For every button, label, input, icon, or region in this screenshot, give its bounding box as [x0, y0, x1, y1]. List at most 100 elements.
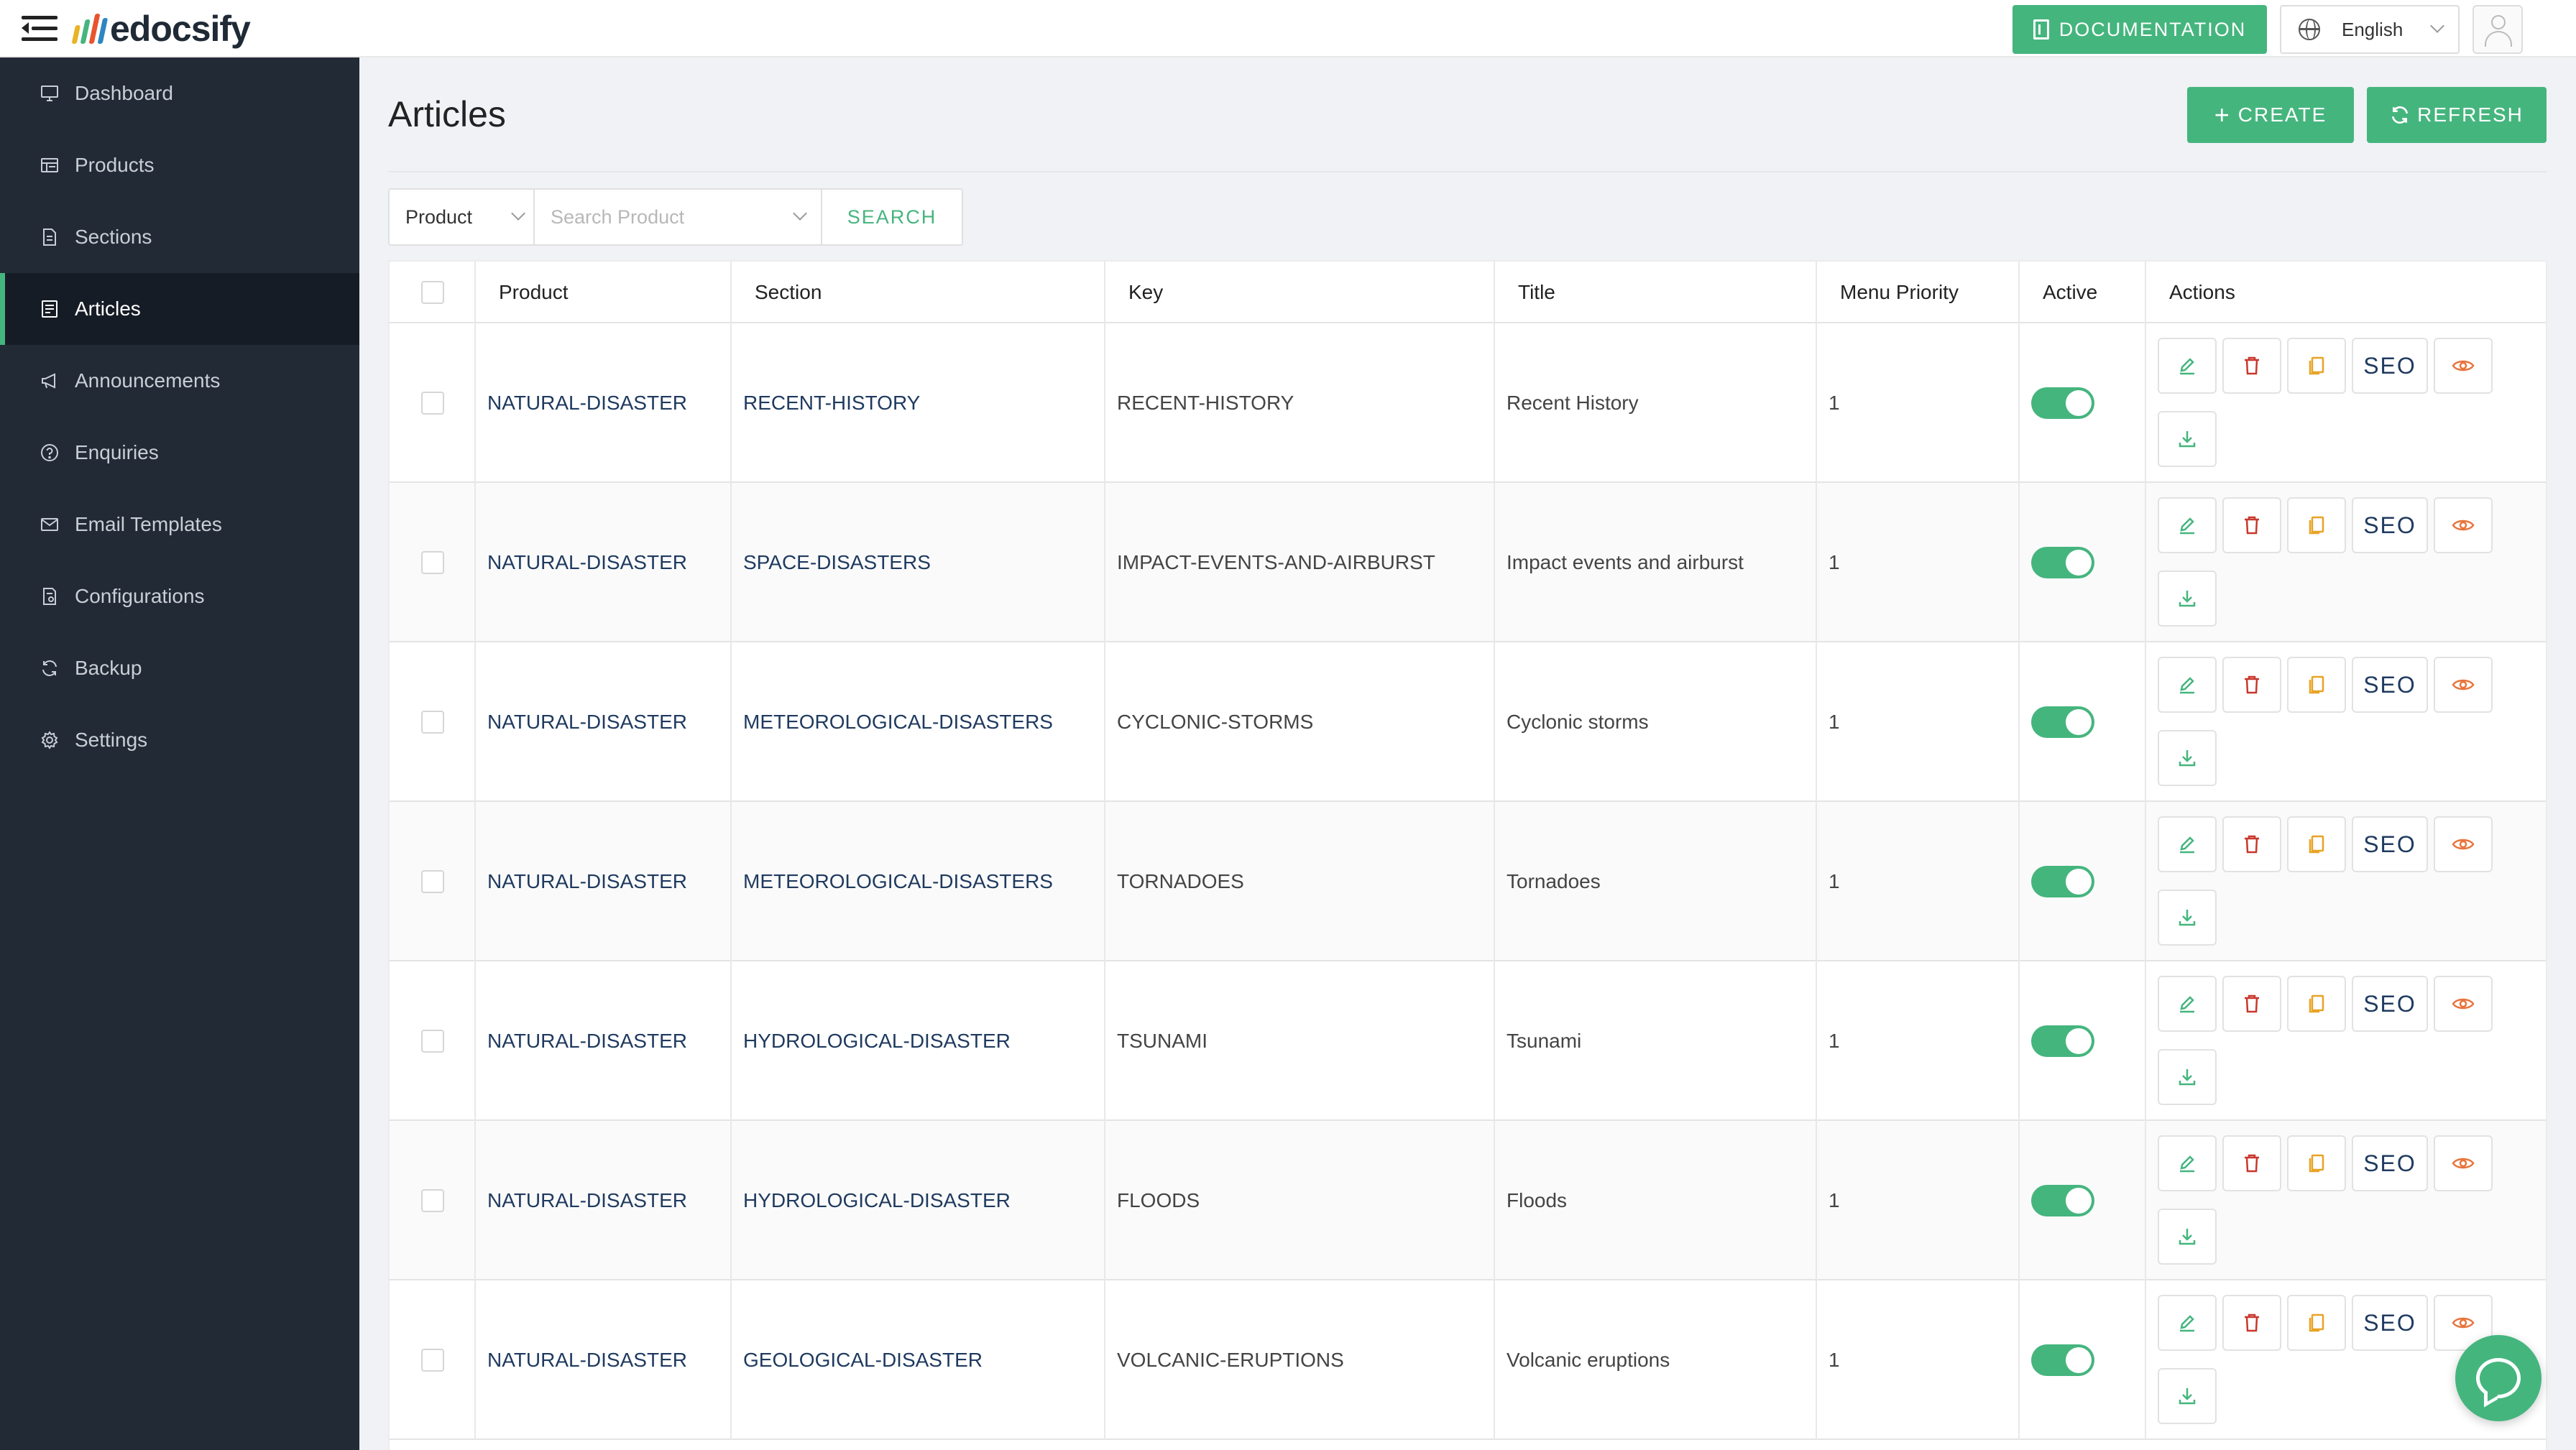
download-button[interactable]	[2158, 1368, 2217, 1424]
active-toggle[interactable]	[2031, 547, 2094, 578]
cell-actions: SEO	[2146, 483, 2546, 642]
row-checkbox[interactable]	[421, 1189, 444, 1212]
copy-button[interactable]	[2287, 1295, 2346, 1351]
title-divider	[388, 171, 2547, 172]
row-checkbox[interactable]	[421, 870, 444, 893]
row-checkbox[interactable]	[421, 711, 444, 734]
create-button[interactable]: + CREATE	[2187, 87, 2354, 143]
sidebar-item-configurations[interactable]: Configurations	[0, 560, 359, 632]
cell-section[interactable]: SPACE-DISASTERS	[732, 483, 1105, 642]
sidebar-item-settings[interactable]: Settings	[0, 704, 359, 776]
column-header-product[interactable]: Product	[476, 262, 732, 323]
sidebar-item-sections[interactable]: Sections	[0, 201, 359, 273]
sidebar-item-enquiries[interactable]: Enquiries	[0, 417, 359, 489]
cell-product[interactable]: NATURAL-DISASTER	[476, 483, 732, 642]
delete-button[interactable]	[2222, 497, 2281, 553]
delete-button[interactable]	[2222, 657, 2281, 713]
sidebar-item-email-templates[interactable]: Email Templates	[0, 489, 359, 560]
column-header-title[interactable]: Title	[1495, 262, 1817, 323]
delete-button[interactable]	[2222, 976, 2281, 1032]
download-button[interactable]	[2158, 1049, 2217, 1105]
edit-button[interactable]	[2158, 816, 2217, 872]
download-button[interactable]	[2158, 411, 2217, 467]
seo-button[interactable]: SEO	[2352, 816, 2428, 872]
cell-section[interactable]: HYDROLOGICAL-DISASTER	[732, 1121, 1105, 1280]
search-input[interactable]	[535, 190, 821, 244]
sidebar-item-dashboard[interactable]: Dashboard	[0, 57, 359, 129]
delete-button[interactable]	[2222, 1295, 2281, 1351]
seo-button[interactable]: SEO	[2352, 1135, 2428, 1191]
preview-button[interactable]	[2434, 657, 2493, 713]
download-button[interactable]	[2158, 890, 2217, 946]
documentation-button[interactable]: DOCUMENTATION	[2012, 5, 2267, 54]
refresh-button[interactable]: REFRESH	[2367, 87, 2547, 143]
language-select[interactable]: English	[2280, 5, 2460, 54]
active-toggle[interactable]	[2031, 387, 2094, 419]
cell-section[interactable]: METEOROLOGICAL-DISASTERS	[732, 642, 1105, 802]
active-toggle[interactable]	[2031, 866, 2094, 897]
delete-button[interactable]	[2222, 1135, 2281, 1191]
seo-button[interactable]: SEO	[2352, 657, 2428, 713]
cell-product[interactable]: NATURAL-DISASTER	[476, 323, 732, 483]
copy-button[interactable]	[2287, 816, 2346, 872]
column-header-section[interactable]: Section	[732, 262, 1105, 323]
preview-button[interactable]	[2434, 816, 2493, 872]
active-toggle[interactable]	[2031, 1185, 2094, 1216]
app-logo[interactable]: edocsify	[71, 7, 251, 50]
cell-product[interactable]: NATURAL-DISASTER	[476, 642, 732, 802]
sidebar-item-products[interactable]: Products	[0, 129, 359, 201]
cell-section[interactable]: RECENT-HISTORY	[732, 323, 1105, 483]
preview-button[interactable]	[2434, 338, 2493, 394]
copy-button[interactable]	[2287, 338, 2346, 394]
copy-button[interactable]	[2287, 497, 2346, 553]
copy-button[interactable]	[2287, 976, 2346, 1032]
edit-button[interactable]	[2158, 497, 2217, 553]
sidebar-item-articles[interactable]: Articles	[0, 273, 359, 345]
row-checkbox[interactable]	[421, 1030, 444, 1053]
preview-button[interactable]	[2434, 976, 2493, 1032]
column-header-active[interactable]: Active	[2020, 262, 2146, 323]
search-button[interactable]: SEARCH	[822, 190, 962, 244]
download-button[interactable]	[2158, 571, 2217, 627]
select-all-checkbox[interactable]	[421, 281, 444, 304]
column-header-menu-priority[interactable]: Menu Priority	[1817, 262, 2020, 323]
download-button[interactable]	[2158, 1209, 2217, 1265]
search-product-select[interactable]	[535, 190, 822, 244]
preview-button[interactable]	[2434, 1135, 2493, 1191]
cell-section[interactable]: GEOLOGICAL-DISASTER	[732, 1280, 1105, 1440]
seo-button[interactable]: SEO	[2352, 497, 2428, 553]
delete-button[interactable]	[2222, 338, 2281, 394]
filter-field-select[interactable]: Product	[390, 190, 535, 244]
seo-button[interactable]: SEO	[2352, 976, 2428, 1032]
sidebar-item-backup[interactable]: Backup	[0, 632, 359, 704]
seo-button[interactable]: SEO	[2352, 338, 2428, 394]
column-header-key[interactable]: Key	[1105, 262, 1495, 323]
edit-button[interactable]	[2158, 1135, 2217, 1191]
sidebar-item-announcements[interactable]: Announcements	[0, 345, 359, 417]
cell-section[interactable]: METEOROLOGICAL-DISASTERS	[732, 802, 1105, 961]
edit-button[interactable]	[2158, 338, 2217, 394]
cell-product[interactable]: NATURAL-DISASTER	[476, 961, 732, 1121]
preview-button[interactable]	[2434, 497, 2493, 553]
copy-button[interactable]	[2287, 1135, 2346, 1191]
delete-button[interactable]	[2222, 816, 2281, 872]
cell-product[interactable]: NATURAL-DISASTER	[476, 1280, 732, 1440]
chat-button[interactable]	[2455, 1335, 2542, 1421]
row-checkbox[interactable]	[421, 392, 444, 415]
active-toggle[interactable]	[2031, 706, 2094, 738]
edit-button[interactable]	[2158, 1295, 2217, 1351]
row-checkbox[interactable]	[421, 1349, 444, 1372]
cell-product[interactable]: NATURAL-DISASTER	[476, 1121, 732, 1280]
active-toggle[interactable]	[2031, 1025, 2094, 1057]
user-avatar-button[interactable]	[2472, 5, 2523, 54]
cell-section[interactable]: HYDROLOGICAL-DISASTER	[732, 961, 1105, 1121]
edit-button[interactable]	[2158, 657, 2217, 713]
edit-button[interactable]	[2158, 976, 2217, 1032]
seo-button[interactable]: SEO	[2352, 1295, 2428, 1351]
download-button[interactable]	[2158, 730, 2217, 786]
cell-product[interactable]: NATURAL-DISASTER	[476, 802, 732, 961]
active-toggle[interactable]	[2031, 1344, 2094, 1376]
copy-button[interactable]	[2287, 657, 2346, 713]
menu-toggle-icon[interactable]	[22, 13, 58, 45]
row-checkbox[interactable]	[421, 551, 444, 574]
